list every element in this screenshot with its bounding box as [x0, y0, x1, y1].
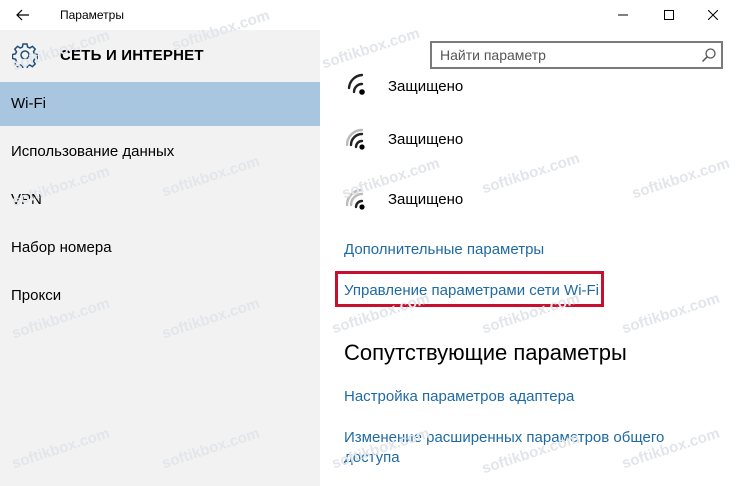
watermark: softikbox.com — [319, 24, 422, 73]
network-item[interactable]: Защищено — [346, 123, 596, 159]
sidebar-item-data-usage[interactable]: Использование данных — [0, 130, 320, 174]
network-status: Защищено — [388, 131, 464, 148]
close-button[interactable] — [690, 0, 736, 30]
gear-icon — [12, 43, 38, 68]
wifi-signal-icon — [347, 73, 365, 95]
search-input[interactable] — [440, 46, 690, 64]
watermark: softikbox.com — [619, 289, 722, 338]
network-item[interactable]: Защищено — [346, 70, 596, 106]
minimize-icon — [618, 14, 628, 16]
section-title: СЕТЬ И ИНТЕРНЕТ — [60, 47, 204, 64]
sidebar-item-wifi[interactable]: Wi-Fi — [0, 82, 320, 126]
network-status: Защищено — [388, 191, 464, 208]
title-bar: Параметры — [0, 0, 736, 30]
back-button[interactable] — [0, 0, 46, 30]
sidebar-item-dialup[interactable]: Набор номера — [0, 226, 320, 270]
sidebar: СЕТЬ И ИНТЕРНЕТ Wi-Fi Использование данн… — [0, 30, 320, 486]
maximize-icon — [664, 10, 674, 20]
sidebar-item-proxy[interactable]: Прокси — [0, 274, 320, 318]
sidebar-header: СЕТЬ И ИНТЕРНЕТ — [0, 30, 320, 80]
close-icon — [708, 10, 718, 20]
window-title: Параметры — [60, 8, 124, 22]
related-settings-heading: Сопутствующие параметры — [344, 340, 627, 365]
sharing-settings-link[interactable]: Изменение расширенных параметров общего … — [344, 428, 704, 468]
network-status: Защищено — [388, 78, 464, 95]
search-icon[interactable] — [701, 47, 717, 63]
advanced-options-link[interactable]: Дополнительные параметры — [344, 241, 544, 258]
network-item[interactable]: Защищено — [346, 183, 596, 219]
adapter-settings-link[interactable]: Настройка параметров адаптера — [344, 388, 574, 405]
minimize-button[interactable] — [600, 0, 646, 30]
wifi-signal-icon — [346, 128, 365, 150]
wifi-signal-icon — [346, 188, 365, 210]
maximize-button[interactable] — [646, 0, 692, 30]
sidebar-item-vpn[interactable]: VPN — [0, 178, 320, 222]
manage-wifi-settings-link[interactable]: Управление параметрами сети Wi-Fi — [344, 282, 599, 299]
watermark: softikbox.com — [629, 154, 732, 203]
search-box[interactable] — [430, 41, 723, 69]
arrow-left-icon — [16, 9, 29, 21]
